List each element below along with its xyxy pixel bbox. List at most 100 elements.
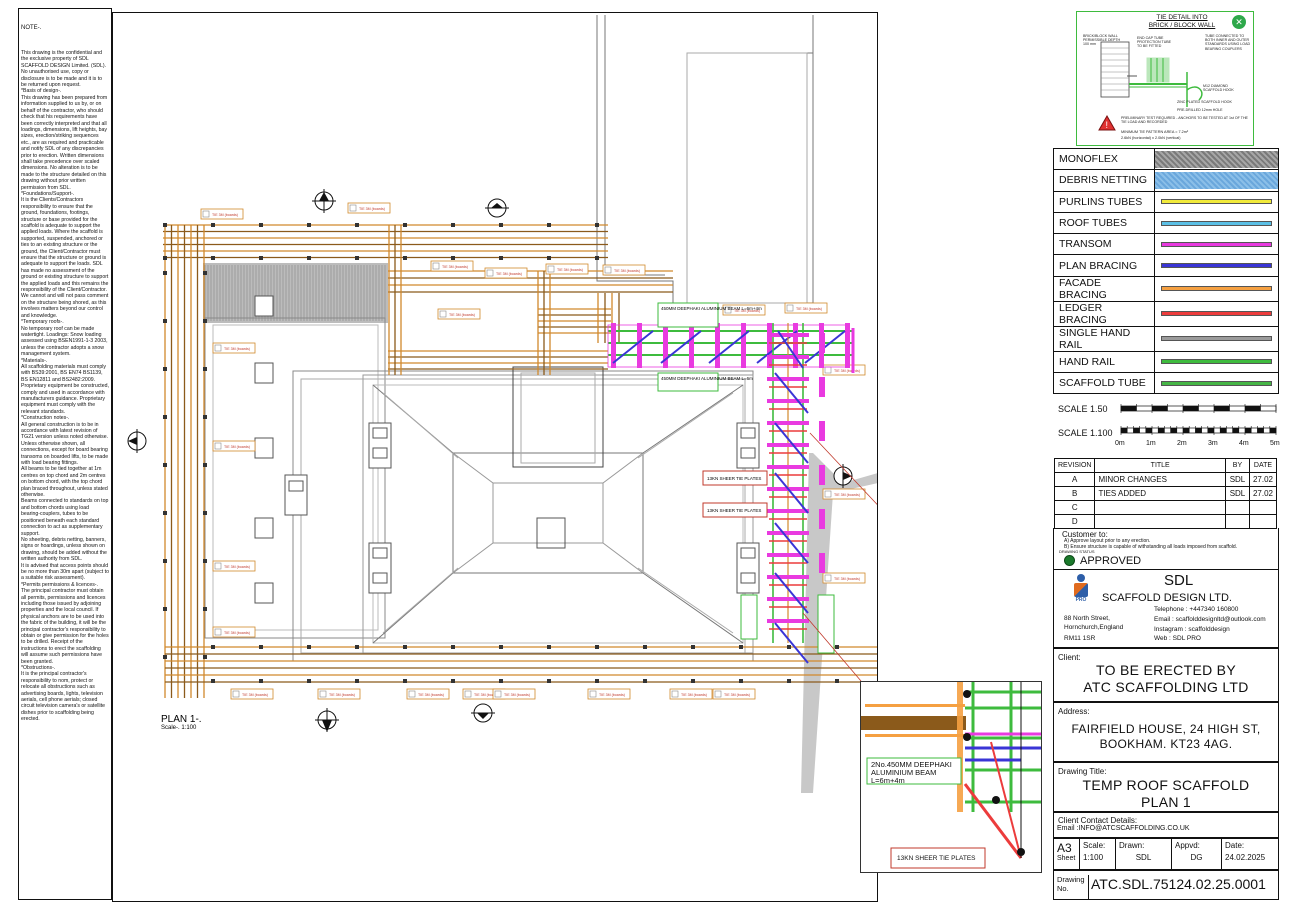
revision-rev: C <box>1053 500 1096 515</box>
client-line-1: TO BE ERECTED BY <box>1096 662 1236 678</box>
detail-beam-label: 2No.450MM DEEPHAKI ALUMINIUM BEAM L=6m+4… <box>871 760 952 785</box>
tie-detail-note-6: PRE-DRILLED 12mm HOLE <box>1177 108 1223 112</box>
revision-date <box>1248 500 1278 515</box>
rev-header-by: BY <box>1224 458 1250 473</box>
legend-row: TRANSOM <box>1053 233 1279 256</box>
legend-label: PLAN BRACING <box>1053 254 1155 277</box>
legend-swatch <box>1154 233 1279 256</box>
board-tag: TIE 3M (boards) <box>504 693 530 697</box>
scale-1100: SCALE 1.100 <box>1058 428 1113 438</box>
legend-row: SCAFFOLD TUBE <box>1053 372 1279 395</box>
tie-detail-note-3: TUBE CONNECTED TO BOTH INNER AND OUTER S… <box>1205 34 1251 51</box>
board-tag: TIE 3M (boards) <box>496 272 522 276</box>
client-label: Client: <box>1058 653 1081 662</box>
adjacent-building <box>596 15 814 304</box>
drawing-title-label: Drawing Title: <box>1058 767 1107 776</box>
logo-figure-icon <box>1077 574 1085 582</box>
tb-size: A3 <box>1057 841 1072 855</box>
legend-label: FACADE BRACING <box>1053 275 1155 302</box>
revision-title <box>1094 500 1226 515</box>
board-tag: TIE 3M (boards) <box>329 693 355 697</box>
company-instagram: Instagram : scaffolddesign <box>1154 626 1230 633</box>
tb-date-label: Date: <box>1225 841 1245 850</box>
scale-tick-label: 3m <box>1208 440 1218 447</box>
revision-rev: B <box>1053 486 1096 501</box>
legend-row: ROOF TUBES <box>1053 211 1279 235</box>
legend-label: HAND RAIL <box>1053 350 1155 374</box>
monoflex-area <box>203 263 388 323</box>
legend-swatch <box>1154 350 1279 374</box>
board-tag: TIE 3M (boards) <box>614 269 640 273</box>
plan-label: PLAN 1-. <box>161 714 202 725</box>
tb-scale: 1:100 <box>1083 853 1104 862</box>
board-tag: TIE 3M (boards) <box>834 577 860 581</box>
tie-detail-note-8: MINIMUM TIE PATTERN AREA = 7.2m² <box>1121 130 1189 134</box>
legend-swatch <box>1154 147 1279 171</box>
tb-drawn-cell: Drawn: SDL <box>1116 839 1172 871</box>
customer-panel: Customer to: A) Approve layout prior to … <box>1053 528 1279 570</box>
legend-label: TRANSOM <box>1053 233 1155 256</box>
board-tag: TIE 3M (boards) <box>224 565 250 569</box>
board-tag: TIE 3M (boards) <box>224 445 250 449</box>
scale-1100-label: SCALE 1.100 <box>1058 428 1113 438</box>
scale-tick-label: 4m <box>1239 440 1249 447</box>
rev-header-date: DATE <box>1248 458 1278 473</box>
address-panel: Address: FAIRFIELD HOUSE, 24 HIGH ST, BO… <box>1053 702 1279 762</box>
address-line-1: FAIRFIELD HOUSE, 24 HIGH ST, <box>1071 722 1261 736</box>
contact-email: Email :INFO@ATCSCAFFOLDING.CO.UK <box>1057 825 1190 832</box>
section-marker-bottom-left <box>315 708 339 732</box>
legend-swatch <box>1154 325 1279 352</box>
board-tag: TIE 3M (boards) <box>359 207 385 211</box>
drawing-title-panel: Drawing Title: TEMP ROOF SCAFFOLD PLAN 1 <box>1053 762 1279 812</box>
vertical-callout-1 <box>740 594 758 640</box>
svg-text:!: ! <box>1106 120 1109 130</box>
legend-row: PURLINS TUBES <box>1053 190 1279 213</box>
tie-detail-note-5: ZINC PLATED SCAFFOLD HOOK <box>1177 100 1232 104</box>
tb-appvd-label: Appvd: <box>1175 841 1200 850</box>
revision-date <box>1248 514 1278 529</box>
tie-plate-callout-1-text: 13KN SHEER TIE PLATES <box>707 476 761 481</box>
section-marker-top <box>485 198 509 218</box>
tb-appvd: DG <box>1190 853 1203 862</box>
revision-table: REVISION TITLE BY DATE A MINOR CHANGES SDL… <box>1053 458 1278 529</box>
tie-plate-callout-1: 13KN SHEER TIE PLATES <box>702 470 768 486</box>
tie-plate-callout-2: 13KN SHEER TIE PLATES <box>702 502 768 518</box>
legend-table: MONOFLEX DEBRIS NETTING PURLINS TUBES ROOF … <box>1053 147 1279 395</box>
revision-row: D <box>1053 514 1278 529</box>
section-marker-bottom <box>471 703 495 723</box>
revision-by <box>1224 514 1250 529</box>
scale-150-label: SCALE 1.50 <box>1058 404 1108 414</box>
company-web: Web : SDL PRO <box>1154 635 1201 642</box>
drawing-number: ATC.SDL.75124.02.25.0001 <box>1091 876 1266 892</box>
company-telephone: Telephone : +447340 160800 <box>1154 606 1239 613</box>
legend-row: DEBRIS NETTING <box>1053 169 1279 192</box>
detail-tie-label: 13KN SHEER TIE PLATES <box>897 855 976 862</box>
rev-header-title: TITLE <box>1094 458 1226 473</box>
tb-scale-cell: Scale: 1:100 <box>1080 839 1116 871</box>
tb-drawn: SDL <box>1135 853 1152 862</box>
legend-swatch <box>1154 300 1279 327</box>
board-tag: TIE 3M (boards) <box>834 369 860 373</box>
vertical-callout-2 <box>817 594 835 654</box>
client-panel: Client: TO BE ERECTED BY ATC SCAFFOLDING… <box>1053 648 1279 702</box>
revision-date: 27.02 <box>1248 472 1278 487</box>
tb-size-cell: A3 Sheet <box>1054 839 1080 871</box>
scale-tick-label: 2m <box>1177 440 1187 447</box>
board-tag: TIE 3M (boards) <box>599 693 625 697</box>
status-approved: APPROVED <box>1080 554 1142 567</box>
board-tag: TIE 3M (boards) <box>834 493 860 497</box>
address-line-2: BOOKHAM. KT23 4AG. <box>1099 737 1233 751</box>
legend-label: ROOF TUBES <box>1053 211 1155 235</box>
tie-detail-note-1: BRICK/BLOCK WALL PERMISSIBLE DEPTH 100 m… <box>1083 34 1121 47</box>
legend-row: PLAN BRACING <box>1053 254 1279 277</box>
revision-row: B TIES ADDED SDL 27.02 <box>1053 486 1278 501</box>
legend-swatch <box>1154 254 1279 277</box>
tie-detail-panel: TIE DETAIL INTO BRICK / BLOCK WALL ✕ ! B… <box>1076 11 1254 146</box>
board-tag: TIE 3M (boards) <box>212 213 238 217</box>
legend-row: LEDGER BRACING <box>1053 300 1279 327</box>
section-marker-left <box>127 429 147 453</box>
board-tag: TIE 3M (boards) <box>449 313 475 317</box>
status-dot-icon <box>1064 555 1075 566</box>
notes-panel: NOTE-. This drawing is the confidential … <box>18 8 112 900</box>
revision-row: A MINOR CHANGES SDL 27.02 <box>1053 472 1278 487</box>
